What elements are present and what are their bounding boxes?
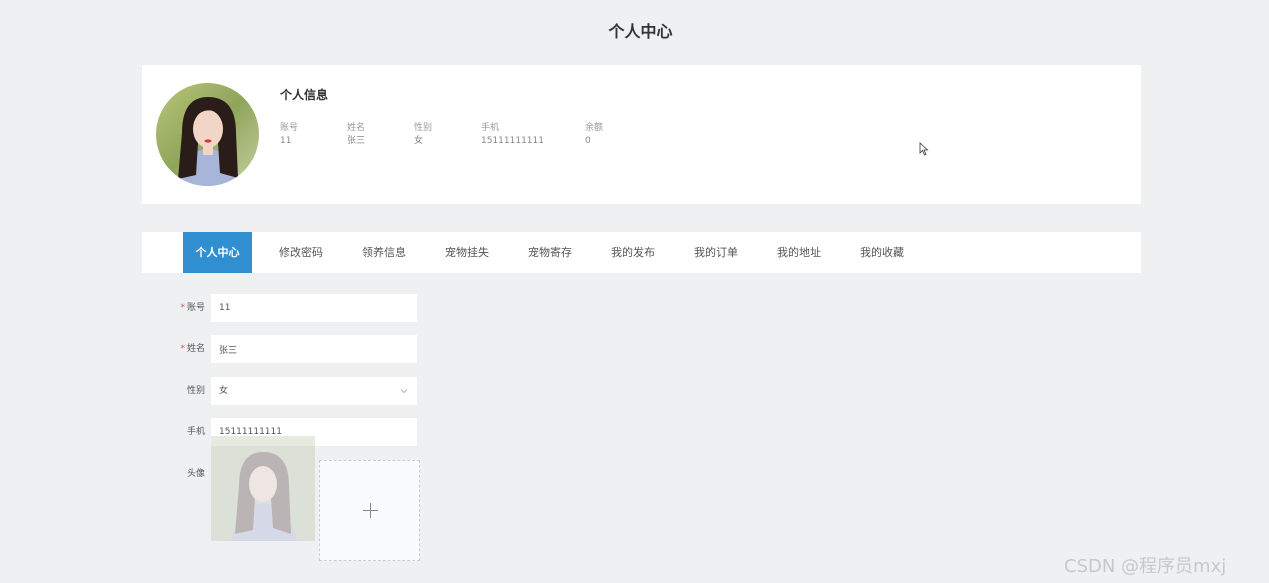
gender-select[interactable]: 女 [211, 377, 417, 405]
tab-pet-boarding[interactable]: 宠物寄存 [515, 232, 585, 273]
page-title: 个人中心 [608, 22, 673, 41]
profile-field-label: 性别 [414, 123, 433, 133]
profile-field-value: 0 [585, 136, 591, 146]
tab-personal-center[interactable]: 个人中心 [183, 232, 252, 273]
name-input[interactable] [211, 335, 417, 363]
profile-field-account: 账号 11 [280, 122, 298, 148]
tab-bar: 个人中心 修改密码 领养信息 宠物挂失 宠物寄存 我的发布 我的订单 我的地址 … [142, 232, 1141, 273]
watermark: CSDN @程序员mxj [1064, 556, 1227, 577]
name-label: * 姓名 [150, 335, 205, 363]
phone-label: 手机 [186, 427, 205, 437]
tab-adoption-info[interactable]: 领养信息 [349, 232, 419, 273]
profile-field-label: 余额 [585, 123, 604, 133]
gender-label: 性别 [186, 386, 205, 396]
tab-pet-lost[interactable]: 宠物挂失 [432, 232, 502, 273]
profile-field-label: 姓名 [347, 123, 366, 133]
mouse-cursor-icon [919, 142, 929, 156]
avatar-preview-image [211, 436, 315, 541]
profile-field-phone: 手机 15111111111 [481, 122, 544, 148]
account-label: * 账号 [150, 294, 205, 322]
profile-field-value: 张三 [347, 136, 366, 146]
profile-field-value: 15111111111 [481, 136, 544, 146]
tab-my-orders[interactable]: 我的订单 [681, 232, 751, 273]
required-mark: * [180, 303, 185, 313]
tab-change-password[interactable]: 修改密码 [266, 232, 336, 273]
profile-field-value: 11 [280, 136, 292, 146]
profile-card: 个人信息 账号 11 姓名 张三 性别 女 手机 15111111111 余额 … [142, 65, 1141, 204]
profile-field-balance: 余额 0 [585, 122, 603, 148]
profile-title: 个人信息 [280, 88, 329, 102]
account-input[interactable] [211, 294, 417, 322]
tab-my-favorites[interactable]: 我的收藏 [847, 232, 917, 273]
profile-field-label: 账号 [280, 123, 299, 133]
tab-my-posts[interactable]: 我的发布 [598, 232, 668, 273]
name-label-text: 姓名 [186, 344, 205, 354]
plus-icon-vertical [370, 503, 371, 518]
tab-my-address[interactable]: 我的地址 [764, 232, 834, 273]
gender-select-value: 女 [219, 386, 229, 396]
profile-field-name: 姓名 张三 [347, 122, 365, 148]
avatar [156, 83, 259, 186]
chevron-down-icon [400, 389, 408, 394]
account-label-text: 账号 [186, 303, 205, 313]
avatar-label: 头像 [186, 469, 205, 479]
required-mark: * [180, 344, 185, 354]
profile-field-label: 手机 [481, 123, 500, 133]
avatar-upload-button[interactable] [319, 460, 420, 561]
profile-field-gender: 性别 女 [414, 122, 432, 148]
profile-field-value: 女 [414, 136, 424, 146]
